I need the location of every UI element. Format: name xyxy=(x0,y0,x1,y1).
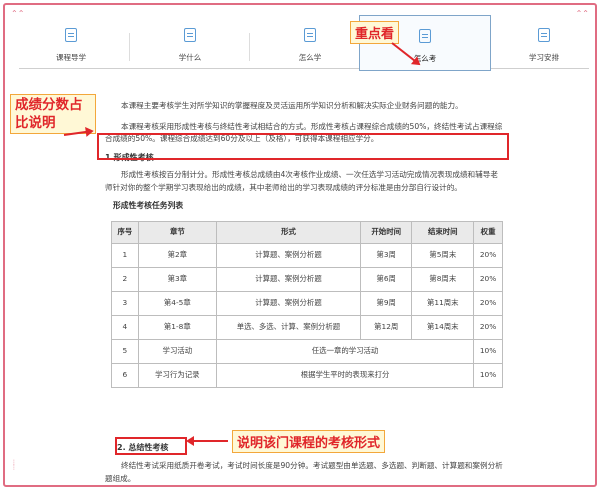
resize-handle-icon: ⌃⌃ xyxy=(575,9,589,18)
header-cell: 形式 xyxy=(215,220,361,244)
table-cell: 计算题、案例分析题 xyxy=(215,266,361,292)
table-row: 1 第2章 计算题、案例分析题 第3周 第5周末 20% xyxy=(111,242,503,268)
section2-paragraph: 终结性考试采用纸质开卷考试，考试时间长度是90分钟。考试题型由单选题、多选题、判… xyxy=(105,461,503,483)
table-row: 2 第3章 计算题、案例分析题 第6周 第8周末 20% xyxy=(111,266,503,292)
exam-form-callout: 说明该门课程的考核形式 xyxy=(232,430,386,453)
score-highlight-box xyxy=(97,133,509,160)
table-row: 5 学习活动 任选一章的学习活动 10% xyxy=(111,338,503,364)
document-icon xyxy=(304,28,316,42)
tab-bar: 课程导学 学什么 怎么学 怎么考 学习安排 xyxy=(19,15,589,71)
scroll-grip-icon: ⋮ ⋮ xyxy=(11,459,17,471)
section1-paragraph: 形成性考核按百分制计分。形成性考核总成绩由4次考核作业成绩、一次任选学习活动完成… xyxy=(105,170,498,192)
table-title: 形成性考核任务列表 xyxy=(113,201,184,210)
table-cell: 6 xyxy=(111,362,139,388)
table-cell: 20% xyxy=(473,242,503,268)
tab-label: 课程导学 xyxy=(56,53,86,62)
task-table: 序号 章节 形式 开始时间 结束时间 权重 1 第2章 计算题、案例分析题 第3… xyxy=(111,220,503,388)
window-frame: 课程导学 学什么 怎么学 怎么考 学习安排 ⌃⌃ ⌃⌃ 本课程主要考核学生对所学… xyxy=(3,3,597,487)
header-cell: 章节 xyxy=(137,220,217,244)
document-icon xyxy=(538,28,550,42)
intro-paragraph: 本课程主要考核学生对所学知识的掌握程度及灵活运用所学知识分析和解决实际企业财务问… xyxy=(121,101,463,110)
header-cell: 开始时间 xyxy=(359,220,413,244)
table-cell: 1 xyxy=(111,242,139,268)
table-cell: 第9周 xyxy=(359,290,413,316)
document-icon xyxy=(419,29,431,43)
table-cell: 第14周末 xyxy=(411,314,475,340)
table-cell: 第1-8章 xyxy=(137,314,217,340)
table-cell: 10% xyxy=(473,362,503,388)
table-cell: 2 xyxy=(111,266,139,292)
header-cell: 序号 xyxy=(111,220,139,244)
header-cell: 结束时间 xyxy=(411,220,475,244)
tab-separator xyxy=(249,33,250,61)
document-icon xyxy=(65,28,77,42)
table-cell: 第3周 xyxy=(359,242,413,268)
table-cell: 计算题、案例分析题 xyxy=(215,290,361,316)
table-cell: 20% xyxy=(473,290,503,316)
score-ratio-callout: 成绩分数占比说明 xyxy=(10,94,96,134)
table-header-row: 序号 章节 形式 开始时间 结束时间 权重 xyxy=(111,220,503,244)
tab-label: 怎么学 xyxy=(298,53,322,62)
tab-label: 学什么 xyxy=(178,53,202,62)
tab-label: 学习安排 xyxy=(529,53,559,62)
focus-callout: 重点看 xyxy=(350,21,400,44)
table-cell: 单选、多选、计算、案例分析题 xyxy=(215,314,361,340)
arrow-icon xyxy=(188,440,228,442)
document-icon xyxy=(184,28,196,42)
table-cell: 任选一章的学习活动 xyxy=(215,338,475,364)
table-cell: 第12周 xyxy=(359,314,413,340)
tab-how-to-learn[interactable]: 怎么学 xyxy=(255,17,365,69)
table-row: 3 第4-5章 计算题、案例分析题 第9周 第11周末 20% xyxy=(111,290,503,316)
table-cell: 学习行为记录 xyxy=(137,362,217,388)
table-cell: 第8周末 xyxy=(411,266,475,292)
header-cell: 权重 xyxy=(473,220,503,244)
tab-separator xyxy=(129,33,130,61)
resize-handle-icon: ⌃⌃ xyxy=(11,9,25,18)
table-cell: 计算题、案例分析题 xyxy=(215,242,361,268)
section2-title: 2. 总结性考核 xyxy=(117,443,169,452)
table-cell: 学习活动 xyxy=(137,338,217,364)
table-cell: 3 xyxy=(111,290,139,316)
table-cell: 第2章 xyxy=(137,242,217,268)
table-cell: 根据学生平时的表现来打分 xyxy=(215,362,475,388)
table-cell: 10% xyxy=(473,338,503,364)
table-cell: 4 xyxy=(111,314,139,340)
tab-course-guide[interactable]: 课程导学 xyxy=(19,17,123,69)
table-cell: 第5周末 xyxy=(411,242,475,268)
tab-what-to-learn[interactable]: 学什么 xyxy=(135,17,245,69)
table-cell: 第11周末 xyxy=(411,290,475,316)
table-cell: 第3章 xyxy=(137,266,217,292)
table-cell: 第4-5章 xyxy=(137,290,217,316)
tab-study-schedule[interactable]: 学习安排 xyxy=(499,17,589,69)
table-cell: 5 xyxy=(111,338,139,364)
table-row: 6 学习行为记录 根据学生平时的表现来打分 10% xyxy=(111,362,503,388)
table-cell: 20% xyxy=(473,266,503,292)
table-cell: 20% xyxy=(473,314,503,340)
table-row: 4 第1-8章 单选、多选、计算、案例分析题 第12周 第14周末 20% xyxy=(111,314,503,340)
table-cell: 第6周 xyxy=(359,266,413,292)
